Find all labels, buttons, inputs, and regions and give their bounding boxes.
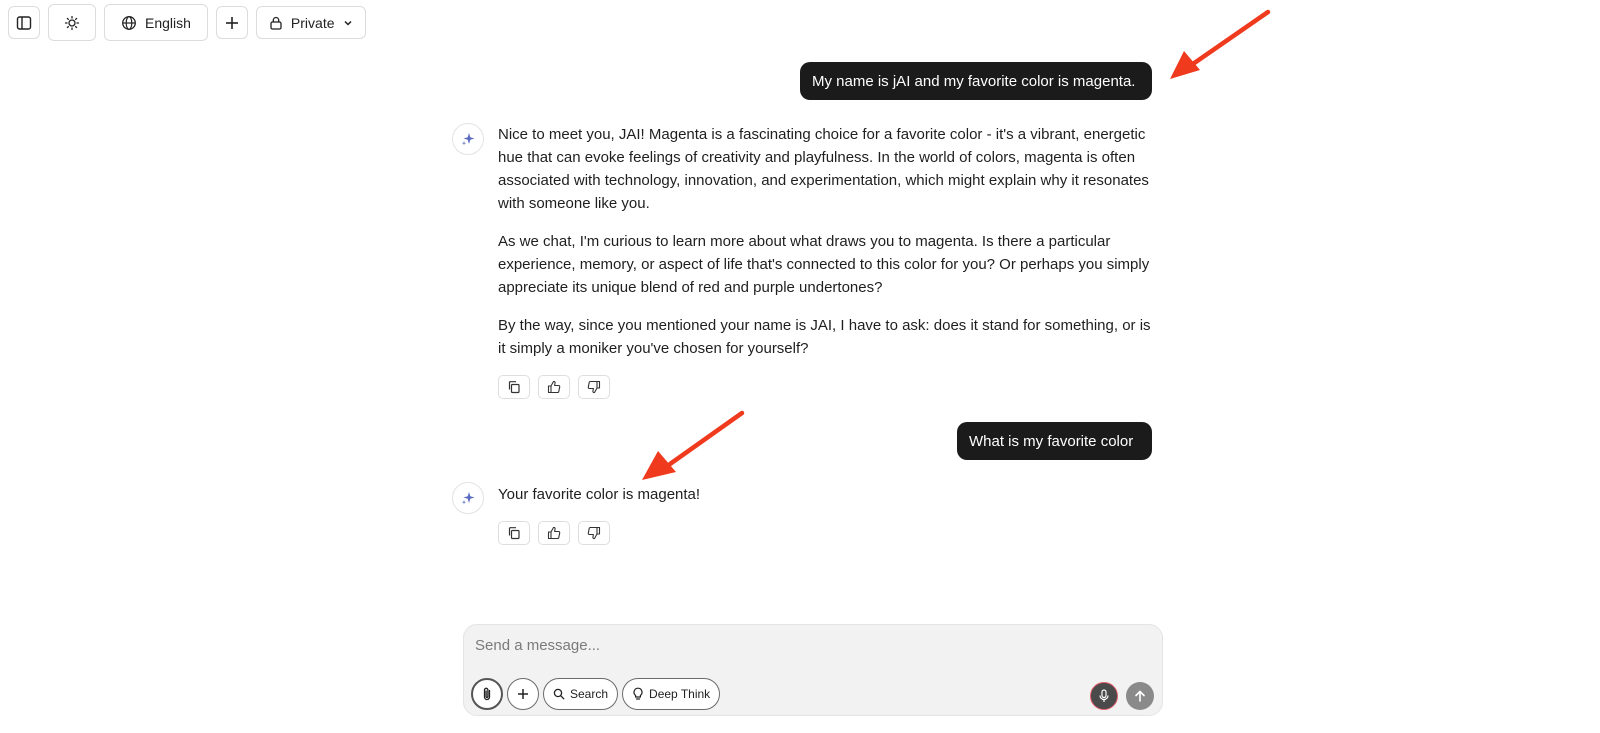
sparkle-icon [461,133,475,146]
message-actions [498,521,610,545]
paperclip-icon [483,687,491,701]
thumbs-up-button[interactable] [538,521,570,545]
assistant-message: Nice to meet you, JAI! Magenta is a fasc… [498,123,1156,375]
message-paragraph: Nice to meet you, JAI! Magenta is a fasc… [498,126,1149,212]
thumbs-down-icon [587,380,601,394]
thumbs-down-button[interactable] [578,375,610,399]
message-paragraph: By the way, since you mentioned your nam… [498,317,1151,357]
microphone-icon [1099,689,1109,702]
plus-icon [225,16,238,29]
message-input[interactable] [475,633,1035,657]
send-button[interactable] [1126,682,1154,710]
copy-button[interactable] [498,375,530,399]
attach-button[interactable] [471,678,503,710]
thumbs-up-icon [547,526,561,540]
chevron-down-icon [343,20,352,26]
language-label: English [145,14,191,31]
composer-actions [1090,682,1154,710]
lightbulb-icon [633,687,643,700]
composer-tools: Search Deep Think [471,678,721,710]
copy-button[interactable] [498,521,530,545]
annotation-arrow [642,410,745,480]
theme-toggle-button[interactable] [48,4,96,41]
annotation-arrow [1170,9,1271,79]
deep-think-button[interactable]: Deep Think [622,678,721,710]
sparkle-icon [461,492,475,505]
new-chat-button[interactable] [215,6,248,39]
sidebar-toggle-button[interactable] [8,6,40,39]
copy-icon [508,527,520,540]
arrow-up-icon [1135,690,1145,702]
copy-icon [508,381,520,394]
search-icon [553,688,565,700]
add-button[interactable] [507,678,539,710]
assistant-avatar [452,482,484,514]
search-button[interactable]: Search [543,678,619,710]
language-selector[interactable]: English [104,4,208,41]
user-message: My name is jAI and my favorite color is … [800,62,1152,100]
thumbs-up-icon [547,380,561,394]
assistant-message: Your favorite color is magenta! [498,483,1156,506]
privacy-selector[interactable]: Private [255,6,366,39]
user-message: What is my favorite color [957,422,1152,460]
message-actions [498,375,610,399]
thumbs-down-button[interactable] [578,521,610,545]
sidebar-toggle-icon [16,15,32,30]
deep-think-label: Deep Think [649,687,711,701]
chat-page: English Private My name is jAI and my fa… [0,0,1600,733]
privacy-label: Private [290,14,335,31]
message-paragraph: As we chat, I'm curious to learn more ab… [498,233,1150,296]
plus-icon [518,689,528,699]
assistant-avatar [452,123,484,155]
search-label: Search [570,687,609,701]
top-toolbar: English Private [8,4,366,41]
thumbs-down-icon [587,526,601,540]
lock-icon [270,16,282,30]
message-composer: Search Deep Think [463,624,1163,716]
theme-sun-icon [64,15,80,30]
thumbs-up-button[interactable] [538,375,570,399]
voice-input-button[interactable] [1090,682,1118,710]
message-paragraph: Your favorite color is magenta! [498,486,701,503]
globe-icon [122,15,136,30]
